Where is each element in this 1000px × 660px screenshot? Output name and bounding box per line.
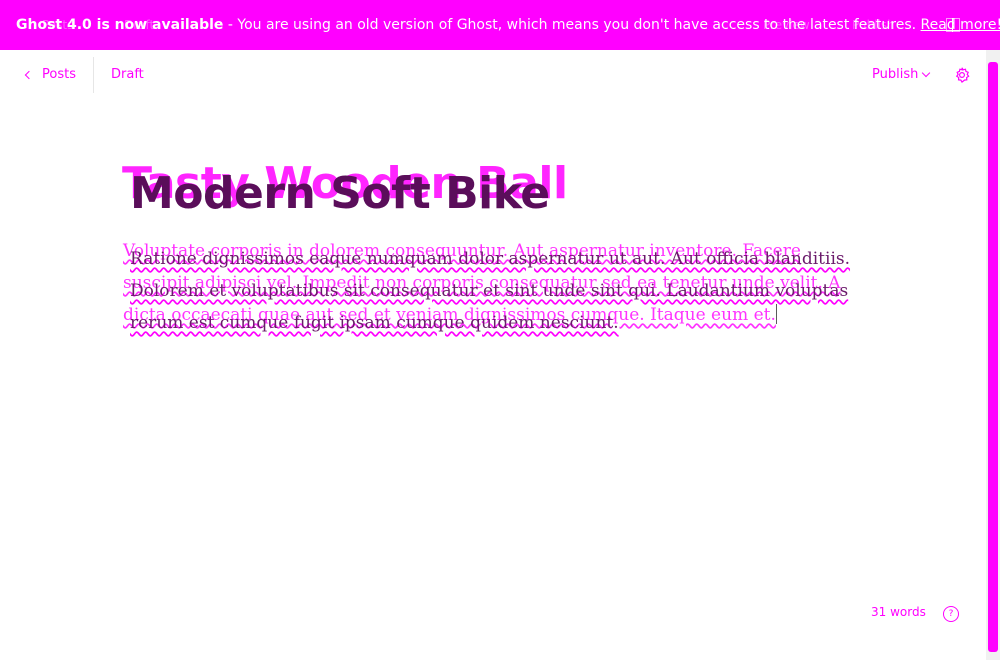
toolbar-divider <box>93 57 94 93</box>
update-banner: Posts Draft Preview Publish Ghost 4.0 is… <box>0 0 1000 50</box>
chevron-down-icon <box>922 68 931 77</box>
publish-label: Publish <box>872 67 919 82</box>
chevron-left-icon <box>24 70 34 79</box>
post-status: Draft <box>111 67 144 82</box>
gear-icon[interactable] <box>953 66 971 84</box>
banner-ghost-draft: Draft <box>124 18 155 32</box>
banner-close-icon[interactable] <box>946 18 960 32</box>
banner-ghost-publish: Publish <box>852 18 895 32</box>
question-icon[interactable]: ? <box>943 606 959 622</box>
post-title[interactable]: Modern Soft Bike <box>130 168 550 219</box>
scrollbar-thumb[interactable] <box>988 62 998 652</box>
publish-menu-button[interactable]: Publish <box>872 67 931 82</box>
banner-ghost-preview: Preview <box>763 18 810 32</box>
banner-message: - You are using an old version of Ghost,… <box>223 17 921 33</box>
back-label: Posts <box>42 67 76 82</box>
vertical-scrollbar[interactable] <box>986 50 1000 660</box>
word-count: 31 words <box>871 605 926 619</box>
back-to-posts-link[interactable]: Posts <box>24 67 76 82</box>
banner-read-more-link[interactable]: Read more! <box>921 17 1000 33</box>
editor-toolbar: Posts Draft Publish <box>0 50 986 100</box>
post-body[interactable]: Ratione dignissimos eaque numquam dolor … <box>130 243 860 339</box>
banner-ghost-posts: Posts <box>42 18 74 32</box>
